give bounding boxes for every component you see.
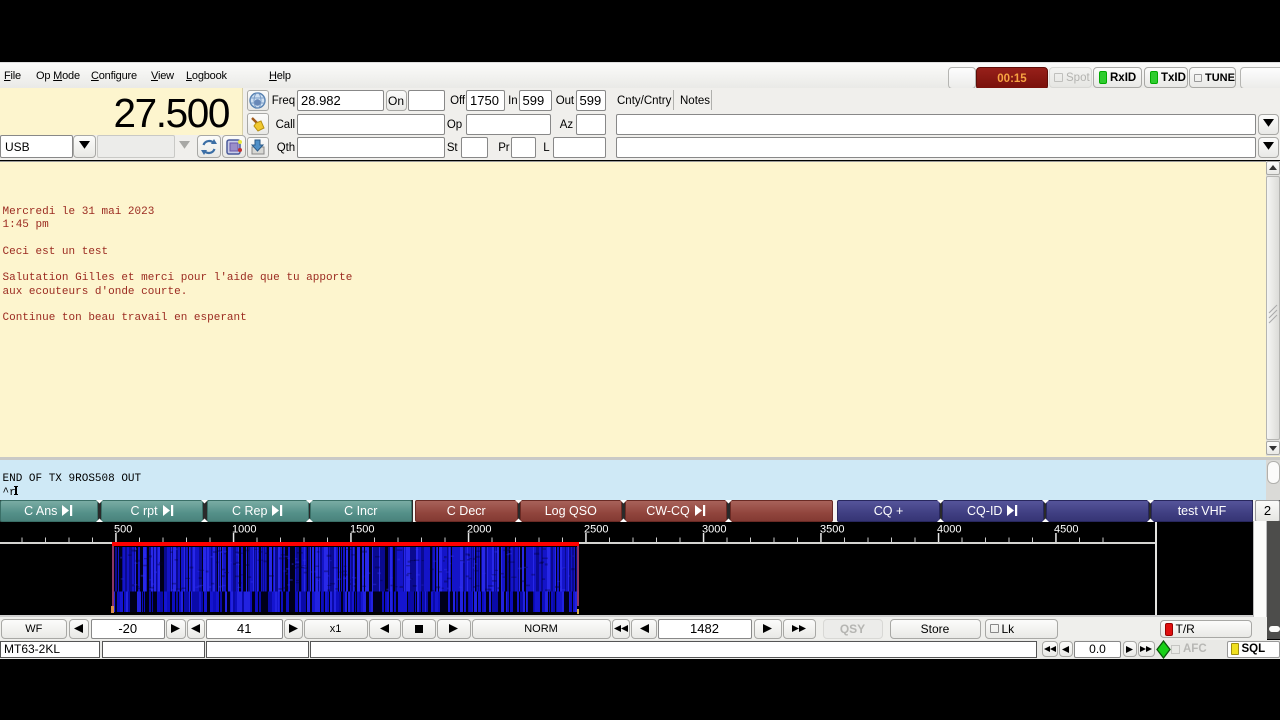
svg-text:2500: 2500: [584, 524, 608, 536]
svg-text:1500: 1500: [350, 524, 374, 536]
svg-text:3500: 3500: [820, 524, 844, 536]
svg-text:1000: 1000: [232, 524, 256, 536]
svg-text:2000: 2000: [467, 524, 491, 536]
svg-text:3000: 3000: [702, 524, 726, 536]
svg-text:500: 500: [114, 524, 132, 536]
svg-text:4000: 4000: [937, 524, 961, 536]
svg-text:4500: 4500: [1054, 524, 1078, 536]
